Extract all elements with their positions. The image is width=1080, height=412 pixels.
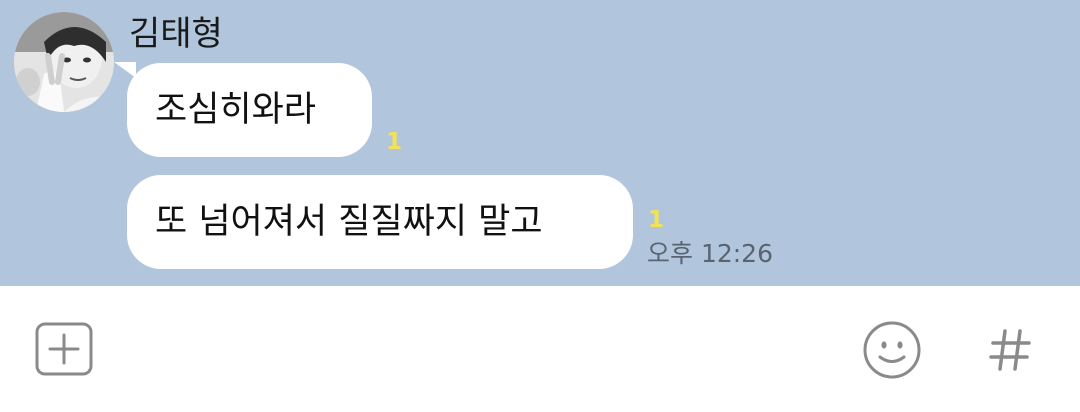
hashtag-icon bbox=[989, 329, 1031, 371]
avatar-image bbox=[14, 12, 114, 112]
unread-count: 1 bbox=[386, 129, 403, 155]
hashtag-button[interactable] bbox=[985, 322, 1035, 378]
bubble-tail bbox=[114, 62, 136, 78]
message-bubble[interactable]: 또 넘어져서 질질짜지 말고 bbox=[127, 175, 633, 269]
attach-button[interactable] bbox=[34, 321, 94, 377]
sender-avatar[interactable] bbox=[14, 12, 114, 112]
message-bubble[interactable]: 조심히와라 bbox=[127, 63, 372, 157]
message-time: 오후 12:26 bbox=[647, 239, 773, 268]
plus-icon bbox=[35, 322, 93, 376]
input-bar bbox=[0, 286, 1080, 412]
unread-count: 1 bbox=[648, 207, 665, 233]
emoji-button[interactable] bbox=[860, 318, 924, 382]
chat-area: 김태형 조심히와라 1 또 넘어져서 질질짜지 말고 1 오후 12:26 bbox=[0, 0, 1080, 286]
emoji-icon bbox=[863, 321, 921, 379]
sender-name: 김태형 bbox=[129, 14, 223, 54]
